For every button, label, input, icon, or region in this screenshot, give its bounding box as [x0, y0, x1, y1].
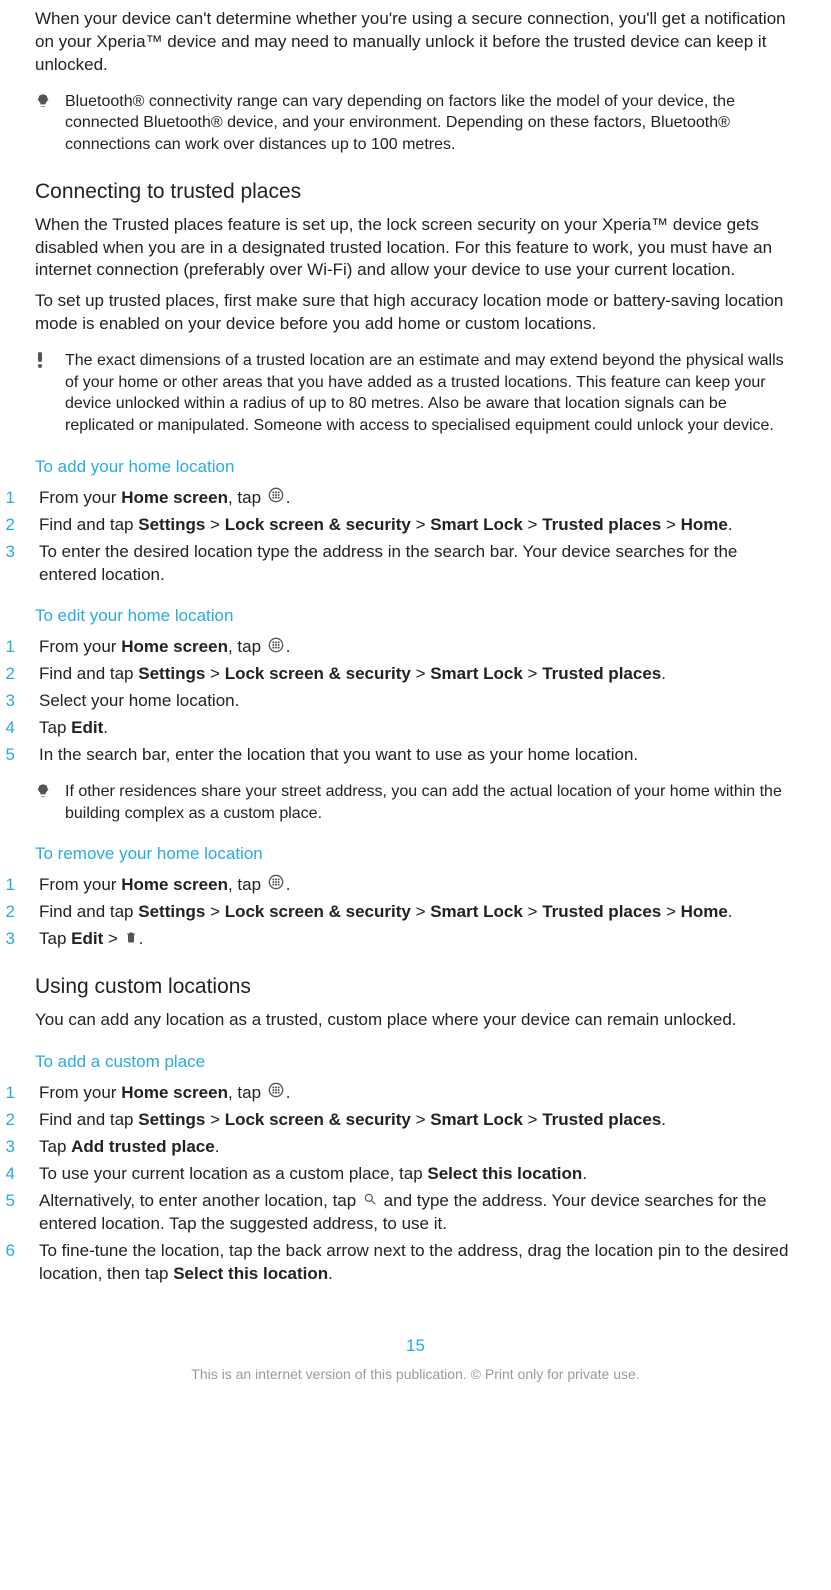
trusted-places-p2: To set up trusted places, first make sur…: [35, 290, 796, 336]
search-icon: [363, 1190, 377, 1213]
step: Tap Add trusted place.: [15, 1136, 796, 1159]
step: Select your home location.: [15, 690, 796, 713]
tip-residences-row: If other residences share your street ad…: [35, 781, 796, 824]
heading-edit-home: To edit your home location: [35, 606, 796, 626]
step: From your Home screen, tap .: [15, 874, 796, 897]
step: From your Home screen, tap .: [15, 636, 796, 659]
step: Find and tap Settings > Lock screen & se…: [15, 514, 796, 537]
step: Find and tap Settings > Lock screen & se…: [15, 901, 796, 924]
page-number: 15: [35, 1336, 796, 1356]
warning-row: The exact dimensions of a trusted locati…: [35, 350, 796, 436]
step: In the search bar, enter the location th…: [15, 744, 796, 767]
steps-remove-home: From your Home screen, tap . Find and ta…: [15, 874, 796, 951]
apps-icon: [268, 487, 284, 510]
heading-add-custom: To add a custom place: [35, 1052, 796, 1072]
heading-trusted-places: Connecting to trusted places: [35, 180, 796, 204]
trash-icon: [125, 928, 137, 951]
steps-edit-home: From your Home screen, tap . Find and ta…: [15, 636, 796, 767]
intro-text: When your device can't determine whether…: [35, 8, 796, 77]
tip-icon: [35, 781, 65, 799]
page-content: When your device can't determine whether…: [0, 8, 831, 1422]
footer-text: This is an internet version of this publ…: [35, 1366, 796, 1402]
steps-add-custom: From your Home screen, tap . Find and ta…: [15, 1082, 796, 1286]
step: Find and tap Settings > Lock screen & se…: [15, 1109, 796, 1132]
step: Find and tap Settings > Lock screen & se…: [15, 663, 796, 686]
trusted-places-p1: When the Trusted places feature is set u…: [35, 214, 796, 283]
tip-bluetooth-text: Bluetooth® connectivity range can vary d…: [65, 91, 796, 156]
warning-text: The exact dimensions of a trusted locati…: [65, 350, 796, 436]
step: Tap Edit > .: [15, 928, 796, 951]
tip-residences-text: If other residences share your street ad…: [65, 781, 796, 824]
apps-icon: [268, 637, 284, 660]
step: To fine-tune the location, tap the back …: [15, 1240, 796, 1286]
tip-icon: [35, 91, 65, 109]
steps-add-home: From your Home screen, tap . Find and ta…: [15, 487, 796, 587]
warning-icon: [35, 350, 65, 368]
tip-bluetooth-row: Bluetooth® connectivity range can vary d…: [35, 91, 796, 156]
apps-icon: [268, 874, 284, 897]
apps-icon: [268, 1082, 284, 1105]
step: Alternatively, to enter another location…: [15, 1190, 796, 1236]
heading-remove-home: To remove your home location: [35, 844, 796, 864]
step: To use your current location as a custom…: [15, 1163, 796, 1186]
custom-text: You can add any location as a trusted, c…: [35, 1009, 796, 1032]
heading-add-home: To add your home location: [35, 457, 796, 477]
step: To enter the desired location type the a…: [15, 541, 796, 587]
step: Tap Edit.: [15, 717, 796, 740]
heading-custom: Using custom locations: [35, 975, 796, 999]
step: From your Home screen, tap .: [15, 1082, 796, 1105]
step: From your Home screen, tap .: [15, 487, 796, 510]
